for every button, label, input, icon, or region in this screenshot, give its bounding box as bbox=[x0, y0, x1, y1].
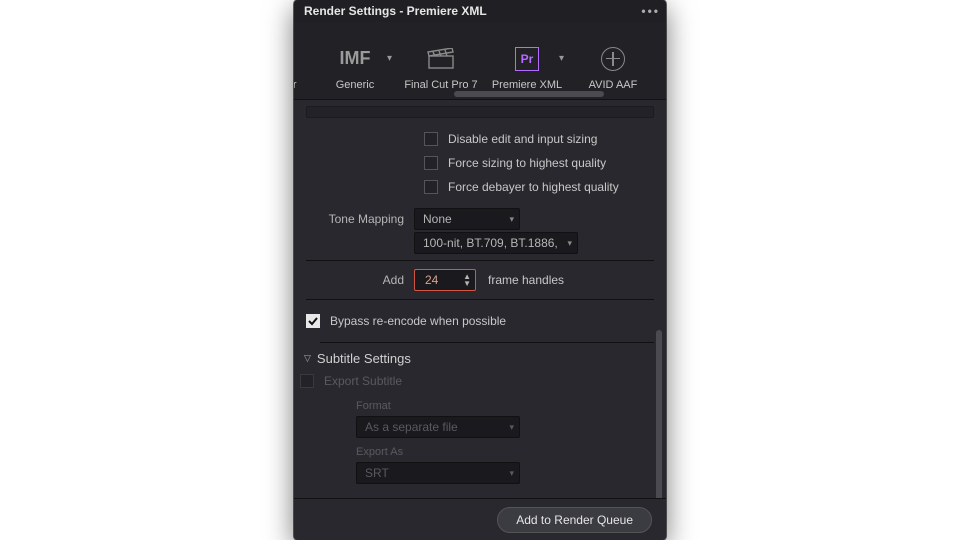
format-tab-premiere-xml[interactable]: Pr ▾ Premiere XML bbox=[484, 31, 570, 91]
tone-mapping-select[interactable]: None bbox=[414, 208, 520, 230]
footer: Add to Render Queue bbox=[294, 498, 666, 540]
subtitle-exportas-label: Export As bbox=[356, 446, 654, 458]
format-tab-avid-aaf[interactable]: AVID AAF bbox=[570, 31, 656, 91]
export-subtitle-checkbox[interactable] bbox=[300, 374, 314, 388]
add-handles-label: Add bbox=[306, 273, 414, 287]
film-reel-icon bbox=[601, 47, 625, 71]
force-sizing-checkbox[interactable] bbox=[424, 156, 438, 170]
tabstrip-scrollbar[interactable] bbox=[454, 91, 604, 97]
format-text-icon: IMF bbox=[340, 48, 371, 69]
stepper-arrows-icon[interactable]: ▲▼ bbox=[463, 273, 471, 287]
tab-label: Premiere XML bbox=[484, 79, 570, 91]
format-tabstrip: H.265265 Master IMF ▾ GenericFinal Cut Pro … bbox=[294, 22, 666, 100]
tab-label: AVID AAF bbox=[570, 79, 656, 91]
content-scrollbar[interactable] bbox=[656, 330, 662, 498]
settings-body: Disable edit and input sizing Force sizi… bbox=[294, 100, 666, 498]
titlebar: Render Settings - Premiere XML ••• bbox=[294, 0, 666, 22]
clapperboard-icon bbox=[427, 48, 455, 70]
subtitle-exportas-select[interactable]: SRT bbox=[356, 462, 520, 484]
chevron-down-icon: ▾ bbox=[559, 53, 564, 64]
tab-label: Final Cut Pro 7 bbox=[398, 79, 484, 91]
bypass-reencode-checkbox[interactable] bbox=[306, 314, 320, 328]
export-subtitle-label: Export Subtitle bbox=[324, 374, 402, 388]
bypass-reencode-label: Bypass re-encode when possible bbox=[330, 314, 506, 328]
subtitle-settings-title: Subtitle Settings bbox=[317, 351, 411, 366]
more-icon[interactable]: ••• bbox=[641, 4, 660, 18]
format-tab-265-master[interactable]: H.265265 Master bbox=[294, 31, 312, 91]
tone-preset-select[interactable]: 100-nit, BT.709, BT.1886, Full bbox=[414, 232, 578, 254]
premiere-icon: Pr bbox=[515, 47, 539, 71]
frame-handles-stepper[interactable]: 24 ▲▼ bbox=[414, 269, 476, 291]
subtitle-settings-header[interactable]: ▽ Subtitle Settings bbox=[304, 351, 654, 366]
force-debayer-label: Force debayer to highest quality bbox=[448, 180, 619, 194]
tone-mapping-label: Tone Mapping bbox=[306, 212, 414, 226]
subtitle-format-select[interactable]: As a separate file bbox=[356, 416, 520, 438]
frame-handles-suffix: frame handles bbox=[488, 273, 564, 287]
render-settings-panel: Render Settings - Premiere XML ••• H.265… bbox=[294, 0, 666, 540]
window-title: Render Settings - Premiere XML bbox=[304, 4, 487, 18]
add-to-render-queue-button[interactable]: Add to Render Queue bbox=[497, 507, 652, 533]
disable-edit-sizing-checkbox[interactable] bbox=[424, 132, 438, 146]
disable-edit-sizing-label: Disable edit and input sizing bbox=[448, 132, 597, 146]
tab-label: Generic bbox=[312, 79, 398, 91]
frame-handles-value: 24 bbox=[425, 273, 438, 287]
format-tab-final-cut-pro-7[interactable]: Final Cut Pro 7 bbox=[398, 31, 484, 91]
subtitle-format-label: Format bbox=[356, 400, 654, 412]
section-divider bbox=[306, 106, 654, 118]
chevron-down-icon: ▾ bbox=[387, 53, 392, 64]
tab-label: 265 Master bbox=[294, 79, 312, 91]
force-debayer-checkbox[interactable] bbox=[424, 180, 438, 194]
format-tab-generic[interactable]: IMF ▾ Generic bbox=[312, 31, 398, 91]
force-sizing-label: Force sizing to highest quality bbox=[448, 156, 606, 170]
disclosure-triangle-icon: ▽ bbox=[304, 353, 311, 364]
